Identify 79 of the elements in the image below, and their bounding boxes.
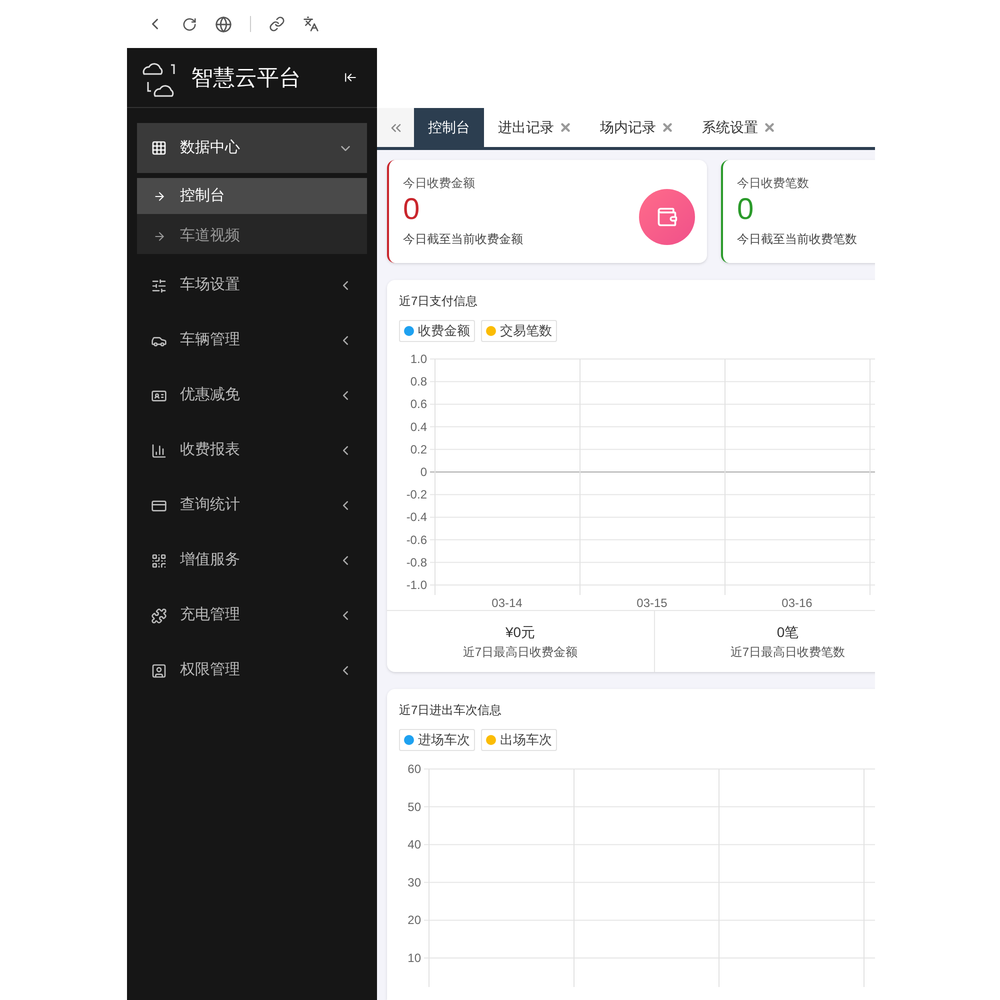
stat-caption: 今日截至当前收费笔数 <box>737 231 858 248</box>
tab[interactable]: 控制台 <box>414 108 484 147</box>
y-tick-label: 0.4 <box>410 420 427 434</box>
tab-label: 场内记录 <box>600 118 656 137</box>
collapse-icon[interactable] <box>344 71 357 84</box>
tab[interactable]: 系统设置 <box>688 108 790 147</box>
menu-item[interactable]: 增值服务 <box>137 533 367 588</box>
app-title: 智慧云平台 <box>191 64 301 92</box>
x-tick-label: 03-14 <box>492 596 522 610</box>
globe-icon[interactable] <box>215 16 232 32</box>
card-icon <box>151 498 167 514</box>
link-icon[interactable] <box>269 16 285 32</box>
menu-item[interactable]: 数据中心 <box>137 123 367 173</box>
puzzle-icon <box>151 608 167 624</box>
x-tick-label: 03-15 <box>636 596 668 610</box>
stat-value: 0 <box>403 192 420 228</box>
menu-item[interactable]: 优惠减免 <box>137 368 367 423</box>
y-tick-label: 0.8 <box>410 374 427 389</box>
tab-label: 进出记录 <box>498 118 554 137</box>
summary-value: ¥0元 <box>505 623 536 642</box>
legend-label: 交易笔数 <box>500 322 552 340</box>
tab[interactable]: 场内记录 <box>586 108 688 147</box>
qr-code-icon <box>151 552 167 568</box>
stat-label: 今日收费笔数 <box>737 175 810 192</box>
tab-label: 控制台 <box>428 118 470 137</box>
menu-item[interactable]: 收费报表 <box>137 423 367 478</box>
legend-item[interactable]: 进场车次 <box>399 729 475 751</box>
y-tick-label: -0.2 <box>406 488 427 502</box>
refresh-icon[interactable] <box>182 16 197 32</box>
summary-label: 近7日最高日收费金额 <box>462 644 578 661</box>
legend-item[interactable]: 收费金额 <box>399 320 475 342</box>
y-tick-label: -0.4 <box>406 510 427 524</box>
y-tick-label: 1.0 <box>410 352 427 366</box>
menu-item[interactable]: 车场设置 <box>137 258 367 313</box>
translate-icon[interactable] <box>303 16 319 32</box>
grid-icon <box>151 140 167 156</box>
panel-title: 近7日进出车次信息 <box>399 702 503 719</box>
tab-label: 系统设置 <box>702 118 758 137</box>
y-tick-label: 40 <box>408 838 421 852</box>
y-tick-label: 10 <box>408 951 421 965</box>
arrow-icon <box>153 230 166 242</box>
y-tick-label: -0.6 <box>406 532 427 547</box>
wallet-icon <box>656 206 678 228</box>
menu-item[interactable]: 查询统计 <box>137 478 367 533</box>
menu-item[interactable]: 权限管理 <box>137 643 367 698</box>
legend-label: 收费金额 <box>418 322 470 340</box>
id-card-icon <box>151 388 167 404</box>
user-card-icon <box>151 662 167 678</box>
y-tick-label: 0.6 <box>410 397 427 412</box>
close-icon[interactable] <box>559 121 572 134</box>
y-tick-label: 0 <box>420 465 427 479</box>
stat-caption: 今日截至当前收费金额 <box>403 231 524 248</box>
y-tick-label: 30 <box>408 875 421 890</box>
stat-value: 0 <box>737 192 754 228</box>
y-tick-label: 20 <box>408 913 421 928</box>
legend-item[interactable]: 出场车次 <box>481 729 557 751</box>
y-tick-label: 60 <box>408 762 421 776</box>
stat-label: 今日收费金额 <box>403 175 476 192</box>
legend-item[interactable]: 交易笔数 <box>481 320 557 342</box>
close-icon[interactable] <box>763 121 776 134</box>
summary-value: 0笔 <box>776 623 799 642</box>
legend-label: 进场车次 <box>418 731 470 750</box>
submenu-item[interactable]: 车道视频 <box>137 218 367 254</box>
legend-label: 出场车次 <box>500 731 552 750</box>
submenu-item[interactable]: 控制台 <box>137 178 367 214</box>
bar-chart-icon <box>151 442 167 458</box>
x-tick-label: 03-16 <box>782 596 812 610</box>
y-tick-label: 0.2 <box>410 442 427 456</box>
close-icon[interactable] <box>661 121 674 134</box>
y-tick-label: -0.8 <box>406 555 427 570</box>
tab[interactable]: 进出记录 <box>484 108 586 147</box>
menu-item[interactable]: 车辆管理 <box>137 313 367 368</box>
summary-label: 近7日最高日收费笔数 <box>730 644 846 661</box>
arrow-icon <box>153 190 166 202</box>
panel-title: 近7日支付信息 <box>399 293 479 310</box>
sliders-icon <box>151 278 167 294</box>
y-tick-label: -1.0 <box>406 578 427 592</box>
menu-item[interactable]: 充电管理 <box>137 588 367 643</box>
y-tick-label: 50 <box>408 800 421 814</box>
